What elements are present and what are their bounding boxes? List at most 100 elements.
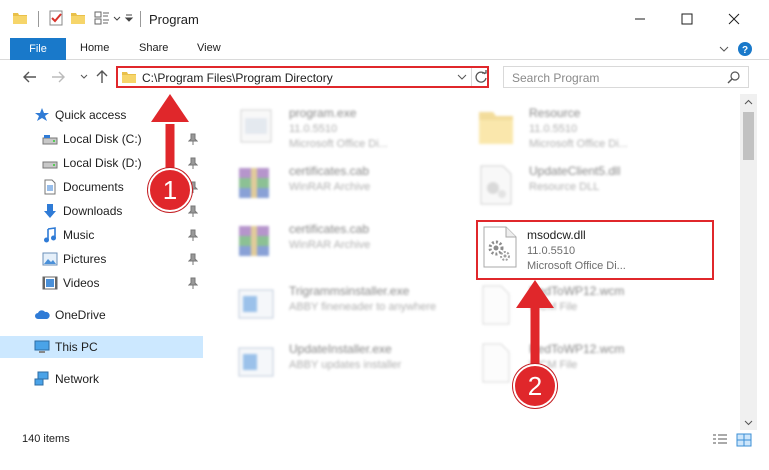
chevron-down-icon[interactable] [456,70,468,84]
network-icon [34,371,49,386]
pin-icon[interactable] [188,253,198,265]
tab-view[interactable]: View [197,42,221,54]
installer-icon [238,289,274,319]
maximize-button[interactable] [664,0,710,38]
address-path: C:\Program Files\Program Directory [142,71,333,85]
documents-icon [44,179,56,195]
address-bar[interactable]: C:\Program Files\Program Directory [116,66,489,88]
chevron-up-icon[interactable] [744,98,753,107]
file-item[interactable]: certificates.cab WinRAR Archive [233,162,453,218]
pin-icon[interactable] [188,205,198,217]
qat-separator [38,11,39,27]
star-icon [35,108,49,121]
file-name: certificates.cab [289,164,370,178]
sidebar-item-label: Music [63,228,95,242]
sidebar-item-this-pc[interactable]: This PC [0,336,203,358]
tab-share[interactable]: Share [139,42,168,54]
sidebar-item-label: Network [55,372,100,386]
sidebar-item-videos[interactable]: Videos [0,272,203,294]
computer-icon [34,340,50,353]
file-name: RedToWP12.wcm [529,284,625,298]
navigation-pane: Quick access Local Disk (C:) Local Disk … [0,94,205,430]
properties-icon[interactable] [48,10,64,26]
sidebar-item-label: This PC [55,340,98,354]
recent-locations-button[interactable] [74,67,94,87]
chevron-down-icon[interactable] [112,10,122,26]
blank-file-icon [482,343,510,383]
file-item[interactable]: Resource 11.0.5510 Microsoft Office Di..… [473,104,693,160]
file-item[interactable]: RedToWP12.wcm WCM File [473,282,693,338]
item-count: 140 items [22,433,70,445]
chevron-down-icon [80,74,88,79]
pictures-icon [42,252,58,266]
sidebar-item-network[interactable]: Network [0,368,203,390]
download-icon [44,204,56,218]
up-button[interactable] [92,67,112,87]
file-name: certificates.cab [289,222,370,236]
file-item[interactable]: UpdateClient5.dll Resource DLL [473,162,693,218]
expand-ribbon-button[interactable] [716,41,732,57]
scrollbar-thumb[interactable] [743,112,754,160]
file-version: 11.0.5510 [529,123,578,135]
help-button[interactable]: ? [737,41,753,57]
sidebar-item-label: Documents [63,180,124,194]
close-icon [728,13,740,25]
refresh-icon[interactable] [474,70,488,84]
pin-icon[interactable] [188,133,198,145]
step-badge-1: 1 [148,168,192,212]
sidebar-item-label: Videos [63,276,100,290]
file-item[interactable]: program.exe 11.0.5510 Microsoft Office D… [233,104,453,160]
sidebar-item-onedrive[interactable]: OneDrive [0,304,203,326]
sidebar-item-label: OneDrive [55,308,106,322]
file-item[interactable]: certificates.cab WinRAR Archive [233,220,453,276]
file-name: Trigrammsinstaller.exe [289,284,410,298]
folder-icon [479,112,513,144]
sidebar-item-music[interactable]: Music [0,224,203,246]
large-icons-view-icon[interactable] [736,433,752,447]
step-badge-2: 2 [513,364,557,408]
file-item[interactable]: UpdateInstaller.exe ABBY updates install… [233,340,453,396]
folder-icon [13,13,27,24]
pin-icon[interactable] [188,229,198,241]
sidebar-item-local-disk-c[interactable]: Local Disk (C:) [0,128,203,150]
vertical-scrollbar[interactable] [740,94,757,430]
chevron-down-icon[interactable] [744,418,753,427]
file-item[interactable]: Trigrammsinstaller.exe ABBY fineneader t… [233,282,453,338]
arrow-up-icon [96,70,108,83]
tab-home[interactable]: Home [80,42,109,54]
sidebar-item-pictures[interactable]: Pictures [0,248,203,270]
file-type: ABBY updates installer [289,359,402,371]
search-icon[interactable] [727,71,740,84]
installer-icon [238,347,274,377]
drive-icon [42,135,58,145]
file-name: UpdateClient5.dll [529,164,621,178]
new-folder-icon[interactable] [70,10,86,26]
arrow-left-icon [23,71,36,83]
sidebar-item-label: Pictures [63,252,107,266]
customize-qat-icon[interactable] [124,10,134,26]
search-placeholder: Search Program [512,71,600,85]
file-highlight-box [476,220,714,280]
minimize-button[interactable] [617,0,663,38]
file-type: ABBY fineneader to anywhere [289,301,437,313]
file-type: Resource DLL [529,181,600,193]
file-item[interactable]: RedToWP12.wcm WCM File [473,340,693,396]
view-details-icon[interactable] [94,10,110,26]
details-view-icon[interactable] [712,433,728,447]
sidebar-item-label: Local Disk (C:) [63,132,142,146]
file-name: program.exe [289,106,357,120]
sidebar-item-quick-access[interactable]: Quick access [0,104,203,126]
file-type: WinRAR Archive [289,181,371,193]
pin-icon[interactable] [188,157,198,169]
close-button[interactable] [711,0,757,38]
search-input[interactable]: Search Program [503,66,749,88]
back-button[interactable] [20,67,40,87]
tab-file[interactable]: File [10,38,66,60]
music-icon [44,227,56,243]
sidebar-item-label: Local Disk (D:) [63,156,142,170]
chevron-down-icon [719,46,729,52]
pin-icon[interactable] [188,277,198,289]
forward-button[interactable] [48,67,68,87]
file-type: WinRAR Archive [289,239,371,251]
title-separator [140,11,141,27]
